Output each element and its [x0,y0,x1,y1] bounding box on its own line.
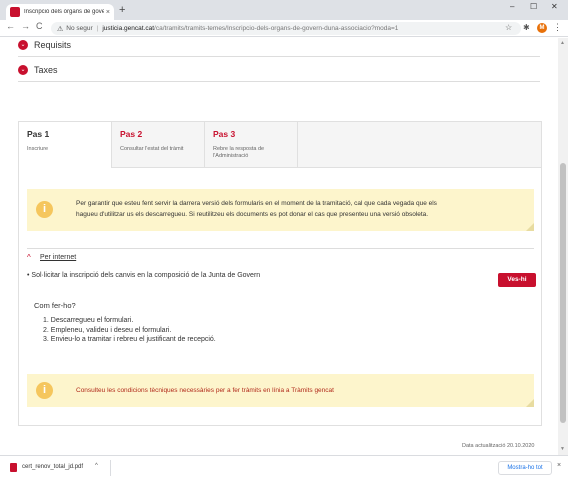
notice-fold [526,223,534,231]
steps-panel: Pas 1 Inscriure Pas 2 Consultar l'estat … [18,121,542,426]
scroll-thumb[interactable] [560,163,566,423]
howto-step: 1. Descarregueu el formulari. [43,317,134,324]
not-secure-icon[interactable]: ⚠ [57,25,63,33]
browser-menu-icon[interactable]: ⋮ [553,22,562,33]
info-icon: i [36,382,53,399]
browser-tab[interactable]: Inscripció dels òrgans de govern × [6,4,114,20]
maximize-icon[interactable]: ☐ [530,2,537,11]
notice-text: Per garantir que esteu fent servir la da… [76,198,437,220]
step-title: Pas 1 [27,129,50,139]
step-desc: Inscriure [27,146,49,152]
extensions-icon[interactable]: ✱ [523,23,530,32]
ves-hi-button[interactable]: Ves-hi [498,273,536,287]
not-secure-label: No segur [66,25,93,32]
step-desc: Consultar l'estat del tràmit [120,146,184,152]
minimize-icon[interactable]: – [510,2,514,11]
page-scrollbar[interactable]: ▲ ▼ [558,38,568,455]
tab-title: Inscripció dels òrgans de govern [24,9,104,15]
accordion-divider [18,56,540,57]
address-bar[interactable]: ⚠ No segur | justicia.gencat.cat/ca/tram… [51,22,521,35]
step-tab-3[interactable]: Pas 3 Rebre la resposta de l'Administrac… [205,122,298,168]
collapse-chevron-icon[interactable]: ^ [27,253,31,262]
step-tab-2[interactable]: Pas 2 Consultar l'estat del tràmit [112,122,205,168]
procedure-item: • Sol·licitar la inscripció dels canvis … [27,272,261,279]
howto-list: 1. Descarregueu el formulari. 2. Emplene… [43,316,216,345]
howto-step: 3. Envieu-lo a tramitar i rebreu el just… [43,336,216,343]
show-all-button[interactable]: Mostra-ho tot [498,461,552,475]
step-title: Pas 3 [213,129,236,139]
reload-icon[interactable]: C [36,21,43,31]
howto-step: 2. Empleneu, valideu i deseu el formular… [43,326,172,334]
accordion-label: Requisits [34,40,72,50]
accordion-label: Taxes [34,65,58,75]
gencat-favicon-icon [10,7,20,17]
notice-fold [526,399,534,407]
download-bar: cert_renov_total_jd.pdf ^ Mostra-ho tot … [0,455,568,479]
forward-icon[interactable]: → [21,21,30,31]
last-updated: Data actualització 20.10.2020 [462,443,535,449]
window-close-icon[interactable]: ✕ [551,2,558,11]
profile-avatar[interactable]: M [537,23,547,33]
notice-line: hagueu d'utilitzar us els descarregueu. … [76,211,429,218]
scroll-down-icon[interactable]: ▼ [560,446,565,452]
tab-strip: Inscripció dels òrgans de govern × + – ☐… [0,0,568,20]
page-viewport: ⌄ Requisits ⌄ Taxes Pas 1 Inscriure Pas … [0,38,558,455]
scroll-up-icon[interactable]: ▲ [560,40,565,46]
url-path: /ca/tramits/tramits-temes/Inscripcio-del… [154,25,399,32]
steps-tab-filler [298,122,541,168]
url-host: justicia.gencat.cat [102,25,155,32]
download-bar-close-icon[interactable]: × [557,462,561,469]
accordion-requisits[interactable]: ⌄ Requisits [18,40,71,50]
info-icon: i [36,201,53,218]
section-divider [27,248,534,249]
notice-link[interactable]: Consulteu les condicions tècniques neces… [76,385,334,396]
howto-title: Com fer-ho? [34,301,76,310]
url-separator: | [96,25,99,32]
new-tab-button[interactable]: + [119,4,125,16]
download-options-chevron-icon[interactable]: ^ [95,463,98,469]
accordion-divider [18,81,540,82]
technical-conditions-notice: i Consulteu les condicions tècniques nec… [27,374,534,407]
step-desc: Rebre la resposta de l'Administració [213,146,265,159]
per-internet-link[interactable]: Per internet [40,254,76,261]
download-separator [110,460,111,476]
back-icon[interactable]: ← [6,21,15,31]
step-title: Pas 2 [120,129,143,139]
accordion-taxes[interactable]: ⌄ Taxes [18,65,58,75]
download-filename[interactable]: cert_renov_total_jd.pdf [22,464,83,470]
expand-chevron-icon: ⌄ [18,65,28,75]
bookmark-star-icon[interactable]: ☆ [505,23,512,32]
browser-toolbar: ← → C ⚠ No segur | justicia.gencat.cat/c… [0,20,568,37]
tab-close-icon[interactable]: × [106,9,110,16]
pdf-file-icon [10,463,17,472]
forms-version-notice: i Per garantir que esteu fent servir la … [27,189,534,231]
step-tab-1[interactable]: Pas 1 Inscriure [19,122,112,168]
expand-chevron-icon: ⌄ [18,40,28,50]
notice-line: Per garantir que esteu fent servir la da… [76,200,437,207]
